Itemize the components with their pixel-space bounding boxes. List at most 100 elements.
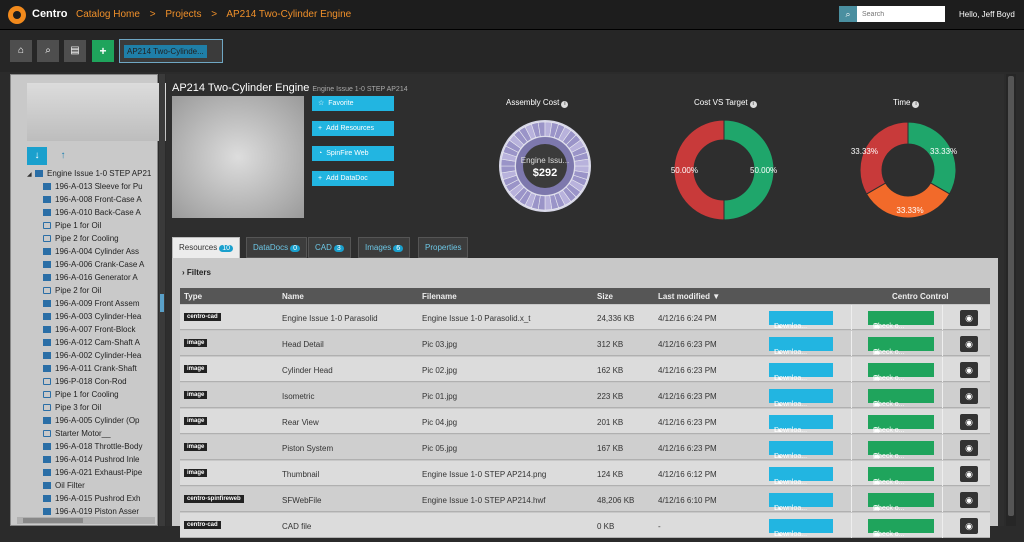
row-name[interactable]: SFWebFile <box>282 496 321 505</box>
tab-properties[interactable]: Properties <box>418 237 469 258</box>
breadcrumb-projects[interactable]: Projects <box>165 9 201 20</box>
col-filename[interactable]: Filename <box>422 292 457 301</box>
tree-item[interactable]: 196-A-010 Back-Case A <box>17 206 157 219</box>
col-modified[interactable]: Last modified ▼ <box>658 292 720 301</box>
col-type[interactable]: Type <box>184 292 202 301</box>
table-row[interactable]: image Isometric Pic 01.jpg 223 KB 4/12/16 6:… <box>180 383 990 408</box>
download-button[interactable]: ↓ Downloa... ▴ <box>769 441 833 460</box>
breadcrumb-current[interactable]: AP214 Two-Cylinder Engine <box>226 9 351 20</box>
tree-item[interactable]: 196-A-006 Crank-Case A <box>17 258 157 271</box>
dropdown-icon[interactable]: ▴ <box>778 528 782 542</box>
tree-item[interactable]: Oil Filter <box>17 479 157 492</box>
tree-item[interactable]: 196-P-018 Con-Rod <box>17 375 157 388</box>
row-name[interactable]: Rear View <box>282 418 319 427</box>
table-row[interactable]: image Rear View Pic 04.jpg 201 KB 4/12/16 6:… <box>180 409 990 434</box>
add-resources-button[interactable]: + Add Resources <box>312 121 394 136</box>
info-icon[interactable]: i <box>561 101 569 108</box>
tree-item[interactable]: 196-A-012 Cam-Shaft A <box>17 336 157 349</box>
col-name[interactable]: Name <box>282 292 304 301</box>
tree-item[interactable]: Pipe 2 for Cooling <box>17 232 157 245</box>
check-out-button[interactable]: ▣ Check o... ▴ <box>868 363 934 382</box>
row-name[interactable]: Cylinder Head <box>282 366 333 375</box>
table-row[interactable]: image Thumbnail Engine Issue 1-0 STEP AP21… <box>180 461 990 486</box>
tab-cad[interactable]: CAD 3 <box>308 237 351 258</box>
open-item-tab[interactable]: AP214 Two-Cylinde... <box>119 39 223 63</box>
row-name[interactable]: Engine Issue 1-0 Parasolid <box>282 314 378 323</box>
history-icon[interactable]: ◉ <box>960 336 978 352</box>
tree-item[interactable]: 196-A-011 Crank-Shaft <box>17 362 157 375</box>
filters-toggle[interactable]: › Filters <box>182 268 211 277</box>
download-button[interactable]: ↓ Downloa... ▴ <box>769 311 833 330</box>
favorite-button[interactable]: ☆ Favorite <box>312 96 394 111</box>
tree-item[interactable]: 196-A-021 Exhaust-Pipe <box>17 466 157 479</box>
history-icon[interactable]: ◉ <box>960 440 978 456</box>
info-icon[interactable]: i <box>912 101 920 108</box>
download-button[interactable]: ↓ Downloa... ▴ <box>769 467 833 486</box>
table-row[interactable]: image Head Detail Pic 03.jpg 312 KB 4/12/16 … <box>180 331 990 356</box>
history-icon[interactable]: ◉ <box>960 414 978 430</box>
tree-item[interactable]: 196-A-009 Front Assem <box>17 297 157 310</box>
search-icon[interactable]: ⌕ <box>839 6 857 22</box>
time-slice[interactable] <box>907 121 957 195</box>
cost-vs-target-chart[interactable]: 50.00% 50.00% <box>671 119 777 221</box>
up-arrow-icon[interactable]: ↑ <box>53 147 73 165</box>
download-button[interactable]: ↓ Downloa... ▴ <box>769 493 833 512</box>
add-button[interactable]: + <box>92 40 114 62</box>
tree-item[interactable]: Pipe 2 for Oil <box>17 284 157 297</box>
table-row[interactable]: centro-cad Engine Issue 1-0 Parasolid Engi… <box>180 305 990 330</box>
search-button[interactable]: ⌕ <box>37 40 59 62</box>
folder-button[interactable]: ▤ <box>64 40 86 62</box>
add-datadoc-button[interactable]: + Add DataDoc <box>312 171 394 186</box>
tab-resources[interactable]: Resources 10 <box>172 237 241 258</box>
home-button[interactable]: ⌂ <box>10 40 32 62</box>
check-out-button[interactable]: ▣ Check o... ▴ <box>868 311 934 330</box>
product-image[interactable] <box>172 96 304 218</box>
tab-datadocs[interactable]: DataDocs 0 <box>246 237 308 258</box>
check-out-button[interactable]: ▣ Check o... ▴ <box>868 467 934 486</box>
table-row[interactable]: centro-spinfireweb SFWebFile Engine Issue … <box>180 487 990 512</box>
history-icon[interactable]: ◉ <box>960 310 978 326</box>
tree-item[interactable]: 196-A-008 Front-Case A <box>17 193 157 206</box>
dropdown-icon[interactable]: ▴ <box>877 528 881 542</box>
check-out-button[interactable]: ▣ Check o... ▴ <box>868 415 934 434</box>
tree-item[interactable]: 196-A-005 Cylinder (Op <box>17 414 157 427</box>
tree-item[interactable]: Pipe 1 for Oil <box>17 219 157 232</box>
col-size[interactable]: Size <box>597 292 613 301</box>
check-out-button[interactable]: ▣ Check o... ▴ <box>868 389 934 408</box>
table-row[interactable]: centro-cad CAD file 0 KB - ↓ Downloa... ▴ ▣ C… <box>180 513 990 538</box>
tree-item[interactable]: 196-A-018 Throttle-Body <box>17 440 157 453</box>
row-name[interactable]: Thumbnail <box>282 470 319 479</box>
download-button[interactable]: ↓ Downloa... ▴ <box>769 415 833 434</box>
check-out-button[interactable]: ▣ Check o... ▴ <box>868 493 934 512</box>
tree-item[interactable]: Pipe 3 for Oil <box>17 401 157 414</box>
user-greeting[interactable]: Hello, Jeff Boyd <box>959 10 1015 19</box>
table-row[interactable]: image Cylinder Head Pic 02.jpg 162 KB 4/12/1… <box>180 357 990 382</box>
history-icon[interactable]: ◉ <box>960 466 978 482</box>
history-icon[interactable]: ◉ <box>960 492 978 508</box>
tree-item[interactable]: 196-A-016 Generator A <box>17 271 157 284</box>
row-name[interactable]: Isometric <box>282 392 314 401</box>
tree-item[interactable]: 196-A-003 Cylinder-Hea <box>17 310 157 323</box>
download-icon[interactable]: ↓ <box>27 147 47 165</box>
tree-item[interactable]: 196-A-002 Cylinder-Hea <box>17 349 157 362</box>
tree-item[interactable]: 196-A-013 Sleeve for Pu <box>17 180 157 193</box>
search-input[interactable] <box>857 6 945 22</box>
tree-item[interactable]: Starter Motor__ <box>17 427 157 440</box>
row-name[interactable]: Piston System <box>282 444 333 453</box>
panel-splitter[interactable] <box>159 74 165 526</box>
app-name[interactable]: Centro <box>32 8 67 20</box>
assembly-cost-chart[interactable]: Engine Issu... $292 <box>495 116 595 216</box>
check-out-button[interactable]: ▣ Check o... ▴ <box>868 519 934 538</box>
history-icon[interactable]: ◉ <box>960 388 978 404</box>
download-button[interactable]: ↓ Downloa... ▴ <box>769 389 833 408</box>
tree-item[interactable]: 196-A-014 Pushrod Inle <box>17 453 157 466</box>
check-out-button[interactable]: ▣ Check o... ▴ <box>868 441 934 460</box>
tree-item[interactable]: 196-A-019 Piston Asser <box>17 505 157 515</box>
download-button[interactable]: ↓ Downloa... ▴ <box>769 337 833 356</box>
spinfire-web-button[interactable]: ◔ SpinFire Web <box>312 146 394 161</box>
time-slice[interactable] <box>859 121 909 195</box>
history-icon[interactable]: ◉ <box>960 518 978 534</box>
time-chart[interactable]: 33.33% 33.33% 33.33% <box>851 120 958 220</box>
history-icon[interactable]: ◉ <box>960 362 978 378</box>
tree-item[interactable]: Pipe 1 for Cooling <box>17 388 157 401</box>
